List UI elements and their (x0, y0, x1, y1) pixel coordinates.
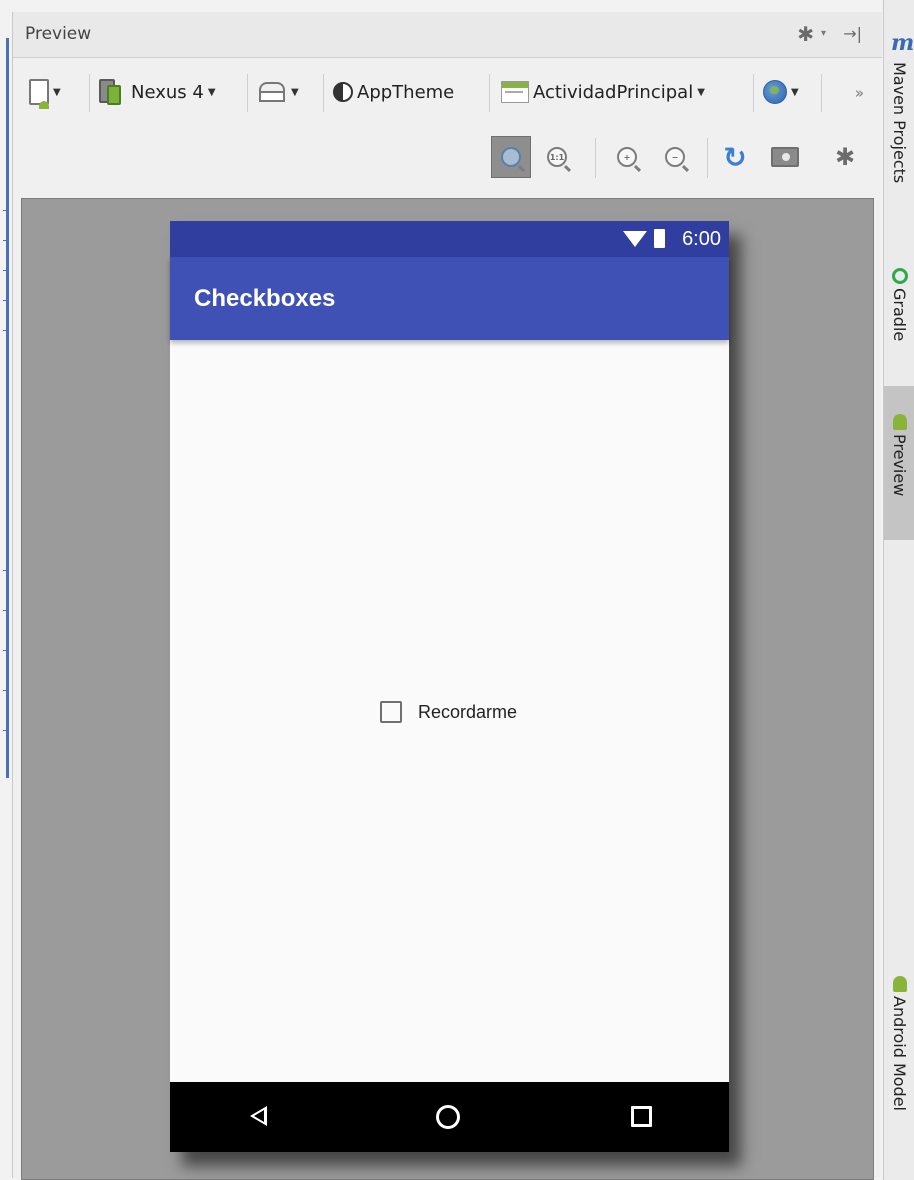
toolbar-divider (247, 74, 248, 112)
gutter-tick (3, 330, 9, 331)
gutter-tick (3, 240, 9, 241)
theme-icon (333, 82, 353, 102)
back-icon[interactable] (250, 1106, 267, 1126)
zoom-out-icon: − (665, 147, 685, 167)
device-dropdown[interactable]: Nexus 4 ▼ (99, 74, 216, 110)
zoom-actual-size-icon: 1:1 (547, 147, 567, 167)
device-type-dropdown[interactable]: ▼ (29, 74, 61, 110)
zoom-in-button[interactable]: + (607, 136, 647, 178)
recent-apps-icon[interactable] (631, 1106, 652, 1127)
hide-panel-icon[interactable]: →| (843, 24, 862, 43)
activity-name: ActividadPrincipal (533, 81, 694, 103)
preview-toolbar: ▼ Nexus 4 ▼ ▼ AppTheme ActividadPrincipa… (13, 60, 882, 124)
app-title: Checkboxes (194, 285, 336, 312)
zoom-fit-icon (501, 147, 521, 167)
tool-tab-label: Android Model (890, 996, 909, 1111)
tool-window-strip: m Maven Projects Gradle Preview Android … (883, 0, 914, 1180)
settings-gear-icon[interactable]: ✱ (797, 22, 814, 46)
device-name: Nexus 4 (131, 81, 204, 103)
preview-panel: Preview ✱ ▾ →| ▼ Nexus 4 ▼ ▼ AppTheme Ac… (12, 12, 882, 1180)
navigation-bar (170, 1082, 729, 1152)
zoom-in-icon: + (617, 147, 637, 167)
toolbar-divider (89, 74, 90, 112)
chevron-down-icon: ▼ (791, 86, 799, 98)
gutter-tick (3, 610, 9, 611)
panel-title: Preview (25, 24, 92, 44)
screenshot-button[interactable] (765, 136, 805, 178)
activity-dropdown[interactable]: ActividadPrincipal ▼ (501, 74, 705, 110)
preview-options-button[interactable]: ✱ (825, 136, 865, 178)
gutter-tick (3, 570, 9, 571)
tab-maven-projects[interactable]: Maven Projects (884, 62, 914, 183)
chevron-down-icon: ▼ (697, 86, 705, 98)
tab-android-model[interactable]: Android Model (884, 976, 914, 1111)
chevron-down-icon[interactable]: ▾ (821, 28, 826, 39)
theme-name: AppTheme (357, 81, 455, 103)
tab-preview[interactable]: Preview (884, 386, 914, 540)
refresh-button[interactable]: ↻ (715, 136, 755, 178)
globe-icon (763, 80, 787, 104)
gear-icon: ✱ (834, 143, 856, 171)
tab-gradle[interactable]: Gradle (884, 268, 914, 341)
wifi-icon (623, 231, 647, 247)
toolbar-divider (753, 74, 754, 112)
checkbox-label: Recordarme (418, 701, 518, 722)
gutter-bar (6, 38, 9, 778)
gutter-tick (3, 690, 9, 691)
status-time: 6:00 (682, 228, 721, 250)
checkbox-box[interactable] (380, 701, 402, 723)
tool-tab-label: Gradle (890, 288, 909, 342)
app-bar: Checkboxes (170, 257, 729, 340)
status-bar: 6:00 (170, 221, 729, 257)
toolbar-overflow-button[interactable]: » (855, 84, 864, 102)
home-icon[interactable] (436, 1105, 460, 1129)
orientation-dropdown[interactable]: ▼ (257, 74, 299, 110)
zoom-toolbar: 1:1 + − ↻ ✱ (13, 130, 882, 196)
tool-tab-label: Preview (890, 434, 909, 497)
left-gutter (0, 0, 12, 1180)
battery-icon (654, 229, 665, 248)
tool-tab-label: Maven Projects (890, 62, 909, 184)
device-screen: 6:00 Checkboxes Recordarme (170, 221, 729, 1152)
rotate-device-icon (257, 79, 287, 105)
toolbar-divider (595, 138, 596, 178)
chevron-down-icon: ▼ (207, 86, 216, 98)
panel-header: Preview ✱ ▾ →| (13, 12, 882, 58)
gradle-icon (891, 268, 908, 284)
camera-icon (771, 147, 799, 167)
android-icon (892, 414, 907, 430)
activity-icon (501, 81, 529, 103)
locale-dropdown[interactable]: ▼ (763, 74, 799, 110)
chevron-down-icon: ▼ (291, 86, 299, 98)
android-icon (892, 976, 907, 992)
zoom-out-button[interactable]: − (655, 136, 695, 178)
refresh-icon: ↻ (723, 140, 747, 174)
chevron-down-icon: ▼ (53, 86, 61, 98)
gutter-tick (3, 730, 9, 731)
theme-selector[interactable]: AppTheme (333, 74, 454, 110)
gutter-tick (3, 210, 9, 211)
phone-tablet-icon (99, 79, 123, 105)
remember-checkbox[interactable]: Recordarme (380, 699, 517, 725)
gutter-tick (3, 270, 9, 271)
gutter-tick (3, 300, 9, 301)
device-icon (29, 79, 49, 109)
preview-canvas: 6:00 Checkboxes Recordarme (21, 198, 874, 1180)
toolbar-divider (323, 74, 324, 112)
actual-size-button[interactable]: 1:1 (537, 136, 577, 178)
toolbar-divider (821, 74, 822, 112)
maven-logo-icon: m (891, 30, 914, 56)
gutter-tick (3, 650, 9, 651)
toolbar-divider (489, 74, 490, 112)
toolbar-divider (707, 138, 708, 178)
zoom-to-fit-button[interactable] (491, 136, 531, 178)
